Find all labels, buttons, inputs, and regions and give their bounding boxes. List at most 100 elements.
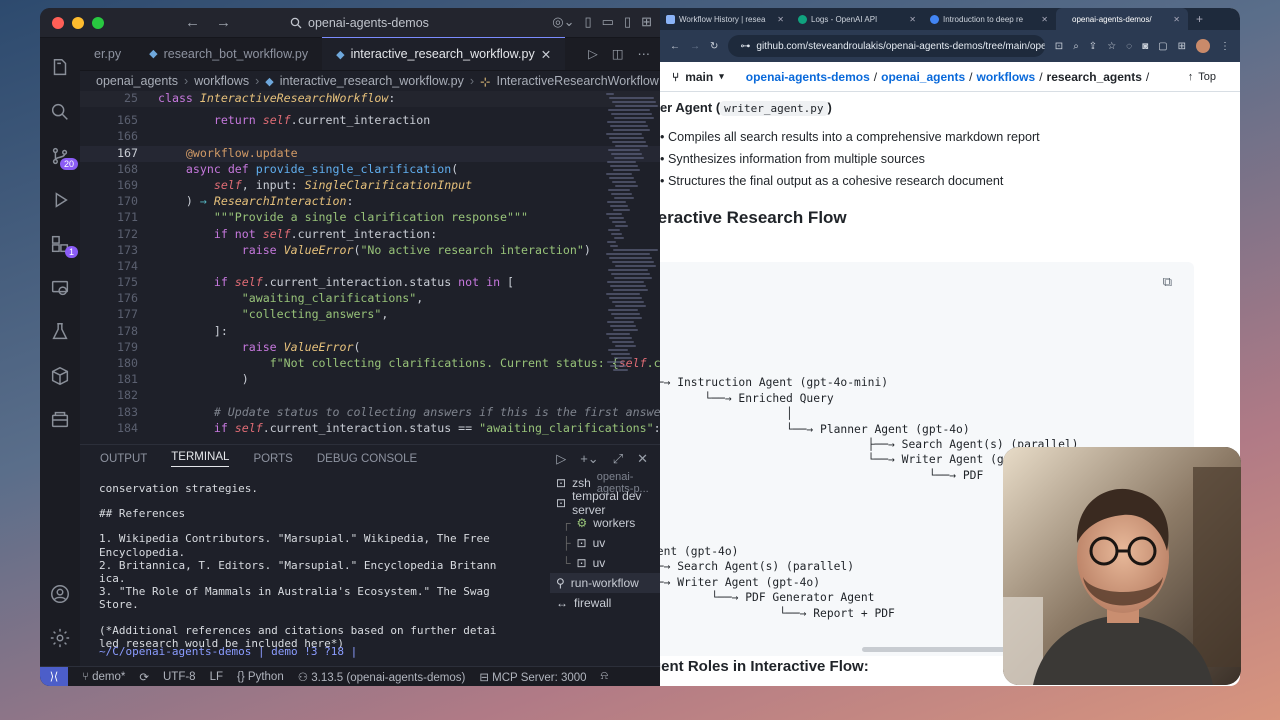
code-line[interactable]: 180 f"Not collecting clarifications. Cur…: [80, 356, 660, 372]
encoding-status[interactable]: UTF-8: [163, 671, 196, 683]
copy-icon[interactable]: ⧉: [1163, 274, 1172, 290]
breadcrumb-item[interactable]: InteractiveResearchWorkflow: [497, 74, 659, 88]
maximize-panel-icon[interactable]: ⤢: [613, 451, 623, 467]
extension-icon[interactable]: ◙: [1142, 41, 1148, 52]
explorer-icon[interactable]: [40, 46, 80, 90]
code-line[interactable]: 177 "collecting_answers",: [80, 307, 660, 323]
code-line[interactable]: 165 return self.current_interaction: [80, 113, 660, 129]
settings-gear-icon[interactable]: [40, 616, 80, 660]
terminal-output[interactable]: conservation strategies. ## References 1…: [80, 473, 500, 666]
code-line[interactable]: 174: [80, 259, 660, 275]
code-line[interactable]: 183 # Update status to collecting answer…: [80, 405, 660, 421]
code-line[interactable]: 184 if self.current_interaction.status =…: [80, 421, 660, 437]
browser-tab-intro[interactable]: Introduction to deep re ✕: [924, 8, 1056, 30]
horizontal-scrollbar[interactable]: [862, 647, 1022, 652]
minimize-window-button[interactable]: [72, 16, 84, 29]
profile-avatar[interactable]: [1196, 39, 1210, 53]
forward-icon[interactable]: →: [690, 41, 700, 52]
account-icon[interactable]: [40, 572, 80, 616]
close-tab-icon[interactable]: ✕: [777, 15, 784, 24]
install-app-icon[interactable]: ⊡: [1055, 41, 1063, 52]
search-icon[interactable]: [40, 90, 80, 134]
browser-tab-github[interactable]: openai-agents-demos/ ✕: [1056, 8, 1188, 30]
code-line[interactable]: 175 if self.current_interaction.status n…: [80, 275, 660, 291]
close-panel-icon[interactable]: ✕: [637, 451, 648, 467]
tab-debug-console[interactable]: DEBUG CONSOLE: [317, 453, 417, 465]
url-field[interactable]: ⊶ github.com/steveandroulakis/openai-agen…: [728, 35, 1045, 57]
tab-er-py[interactable]: er.py: [80, 37, 135, 70]
reload-icon[interactable]: ↻: [710, 41, 718, 52]
extensions-icon[interactable]: 1: [40, 222, 80, 266]
containers-icon[interactable]: [40, 354, 80, 398]
code-line[interactable]: 167 @workflow.update: [80, 145, 660, 162]
minimap[interactable]: [606, 91, 658, 438]
code-line[interactable]: 168 async def provide_single_clarificati…: [80, 162, 660, 178]
close-tab-icon[interactable]: ✕: [1041, 15, 1048, 24]
bookmark-star-icon[interactable]: ☆: [1107, 41, 1116, 52]
close-tab-icon[interactable]: ✕: [1173, 15, 1180, 24]
terminal-item-temporal[interactable]: ⊡ temporal dev server: [550, 489, 660, 517]
code-line[interactable]: 181 ): [80, 372, 660, 388]
browser-tab-workflow-history[interactable]: Workflow History | resea ✕: [660, 8, 792, 30]
breadcrumb-item[interactable]: workflows: [194, 74, 249, 88]
terminal-item-uv[interactable]: ├ ⊡ uv: [550, 533, 660, 553]
code-line[interactable]: 25 class InteractiveResearchWorkflow:: [80, 91, 660, 108]
tab-terminal[interactable]: TERMINAL: [171, 451, 230, 467]
terminal-item-uv-2[interactable]: └ ⊡ uv: [550, 553, 660, 573]
code-line[interactable]: 176 "awaiting_clarifications",: [80, 291, 660, 307]
back-arrow-icon[interactable]: ←: [185, 14, 200, 31]
branch-selector[interactable]: ⑂ main ▾: [666, 66, 730, 88]
breadcrumb-item[interactable]: openai_agents: [96, 74, 178, 88]
close-tab-icon[interactable]: ✕: [541, 47, 551, 62]
close-window-button[interactable]: [52, 16, 64, 29]
new-terminal-icon[interactable]: +⌄: [580, 451, 598, 467]
top-link[interactable]: ↑ Top: [1188, 71, 1216, 83]
notifications-icon[interactable]: ⍾: [601, 670, 609, 683]
testing-icon[interactable]: [40, 310, 80, 354]
terminal-item-firewall[interactable]: ↔ firewall: [550, 593, 660, 613]
code-line[interactable]: 166: [80, 129, 660, 145]
extension-icon[interactable]: ▢: [1158, 41, 1167, 52]
command-center-search[interactable]: openai-agents-demos: [282, 13, 478, 33]
code-line[interactable]: 171 """Provide a single clarification re…: [80, 210, 660, 226]
toggle-secondary-sidebar-icon[interactable]: ▯: [624, 14, 631, 30]
path-link[interactable]: openai_agents: [881, 70, 965, 84]
forward-arrow-icon[interactable]: →: [216, 14, 231, 31]
path-link[interactable]: workflows: [977, 70, 1036, 84]
tab-interactive-research-workflow[interactable]: ◆ interactive_research_workflow.py ✕: [322, 37, 566, 70]
eol-status[interactable]: LF: [210, 671, 223, 683]
toggle-sidebar-icon[interactable]: ▯: [584, 14, 591, 30]
terminal-item-run-workflow[interactable]: ⚲ run-workflow: [550, 573, 660, 593]
code-line[interactable]: 170 ) → ResearchInteraction:: [80, 194, 660, 210]
split-editor-icon[interactable]: ◫: [612, 46, 624, 61]
extension-icon[interactable]: ◌: [1126, 41, 1132, 52]
code-editor[interactable]: 25 class InteractiveResearchWorkflow: 165 …: [80, 91, 660, 438]
close-tab-icon[interactable]: ✕: [909, 15, 916, 24]
code-line[interactable]: 182: [80, 388, 660, 404]
toggle-panel-icon[interactable]: ▭: [602, 14, 614, 30]
code-line[interactable]: 179 raise ValueError(: [80, 340, 660, 356]
branch-status[interactable]: ⑂ demo*: [82, 671, 125, 683]
browser-tab-logs[interactable]: Logs - OpenAI API ✕: [792, 8, 924, 30]
copilot-icon[interactable]: ◎⌄: [552, 14, 574, 30]
breadcrumb-item[interactable]: interactive_research_workflow.py: [280, 74, 464, 88]
tab-output[interactable]: OUTPUT: [100, 453, 147, 465]
new-tab-icon[interactable]: +: [1188, 12, 1203, 26]
mcp-status[interactable]: ⊟ MCP Server: 3000: [479, 670, 586, 684]
language-status[interactable]: {} Python: [237, 671, 284, 683]
layout-icon[interactable]: ⊞: [641, 14, 652, 30]
remote-explorer-icon[interactable]: [40, 266, 80, 310]
tab-research-bot-workflow[interactable]: ◆ research_bot_workflow.py: [135, 37, 322, 70]
menu-icon[interactable]: ⋮: [1220, 41, 1230, 52]
path-link[interactable]: openai-agents-demos: [746, 70, 870, 84]
maximize-window-button[interactable]: [92, 16, 104, 29]
tab-ports[interactable]: PORTS: [253, 453, 292, 465]
extension-icon[interactable]: ⊞: [1178, 41, 1186, 52]
code-line[interactable]: 172 if not self.current_interaction:: [80, 227, 660, 243]
back-icon[interactable]: ←: [670, 41, 680, 52]
sync-icon[interactable]: ⟳: [139, 670, 149, 684]
interpreter-status[interactable]: ⚇ 3.13.5 (openai-agents-demos): [298, 670, 466, 684]
code-line[interactable]: 173 raise ValueError("No active research…: [80, 243, 660, 259]
source-control-icon[interactable]: 20: [40, 134, 80, 178]
remote-indicator-icon[interactable]: ⟩⟨: [40, 666, 68, 686]
